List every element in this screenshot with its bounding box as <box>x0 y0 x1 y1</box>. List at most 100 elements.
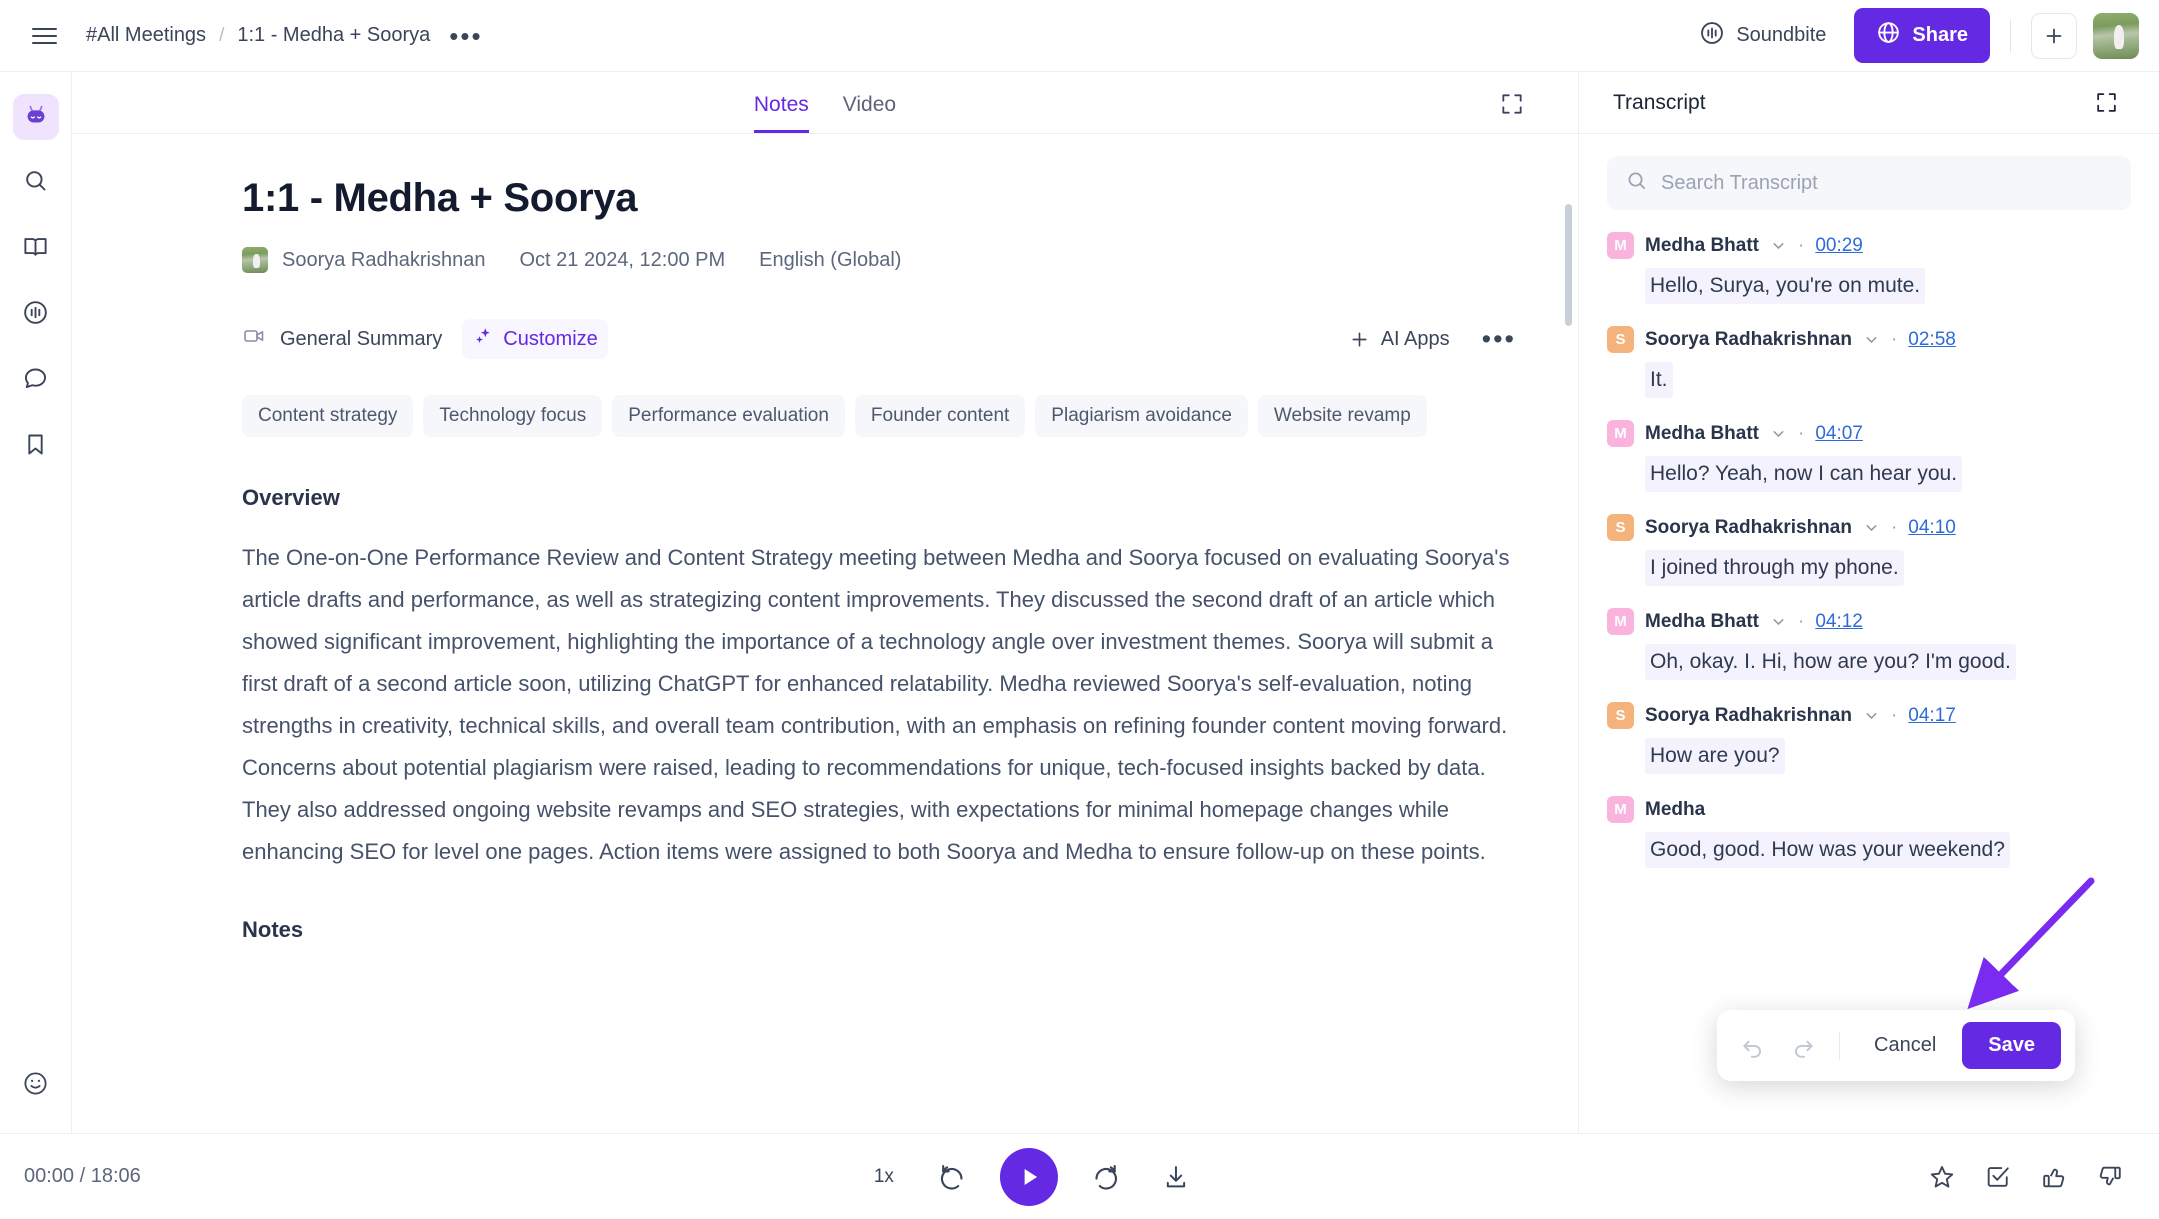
star-button[interactable] <box>1921 1156 1963 1198</box>
notes-scrollbar[interactable] <box>1565 204 1572 326</box>
transcript-timestamp[interactable]: 04:07 <box>1815 423 1863 445</box>
speaker-name: Soorya Radhakrishnan <box>1645 329 1852 351</box>
speaker-avatar: S <box>1607 326 1634 353</box>
book-icon <box>22 233 49 265</box>
save-button[interactable]: Save <box>1962 1022 2061 1069</box>
chevron-down-icon[interactable] <box>1863 519 1880 536</box>
transcript-search-box[interactable] <box>1607 156 2131 210</box>
ai-apps-button[interactable]: AI Apps <box>1348 328 1450 351</box>
undo-arrow-icon <box>1740 1033 1766 1059</box>
download-button[interactable] <box>1154 1155 1198 1199</box>
general-summary-button[interactable]: General Summary <box>242 324 442 354</box>
playback-speed-button[interactable]: 1x <box>864 1159 904 1195</box>
left-sidebar <box>0 72 72 1133</box>
transcript-text[interactable]: How are you? <box>1645 738 1785 774</box>
app-root: #All Meetings / 1:1 - Medha + Soorya •••… <box>0 0 2159 1219</box>
chevron-down-icon[interactable] <box>1863 707 1880 724</box>
sidebar-item-search[interactable] <box>13 160 59 206</box>
speaker-avatar: S <box>1607 702 1634 729</box>
breadcrumb-overflow-icon[interactable]: ••• <box>443 31 488 41</box>
breadcrumb-current-meeting[interactable]: 1:1 - Medha + Soorya <box>237 24 430 47</box>
expand-fullscreen-icon <box>1499 91 1525 117</box>
transcript-entry[interactable]: M Medha Good, good. How was your weekend… <box>1607 796 2131 868</box>
transcript-timestamp[interactable]: 04:12 <box>1815 611 1863 633</box>
smiley-icon <box>22 1070 49 1102</box>
meeting-datetime: Oct 21 2024, 12:00 PM <box>519 249 725 272</box>
transcript-entry[interactable]: M Medha Bhatt · 04:12 Oh, okay. I. Hi, h… <box>1607 608 2131 680</box>
transcript-timestamp[interactable]: 04:10 <box>1908 517 1956 539</box>
play-button[interactable] <box>1000 1148 1058 1206</box>
transcript-entry[interactable]: S Soorya Radhakrishnan · 04:10 I joined … <box>1607 514 2131 586</box>
plus-icon <box>1348 328 1371 351</box>
transcript-text[interactable]: Hello, Surya, you're on mute. <box>1645 268 1925 304</box>
topic-chip[interactable]: Plagiarism avoidance <box>1035 395 1248 437</box>
speaker-avatar: M <box>1607 796 1634 823</box>
transcript-title: Transcript <box>1613 91 1706 115</box>
task-button[interactable] <box>1977 1156 2019 1198</box>
customize-button[interactable]: Customize <box>462 319 607 359</box>
transcript-timestamp[interactable]: 00:29 <box>1815 235 1863 257</box>
transcript-text[interactable]: Oh, okay. I. Hi, how are you? I'm good. <box>1645 644 2016 680</box>
thumbs-down-icon <box>2096 1163 2124 1191</box>
speaker-avatar: M <box>1607 420 1634 447</box>
tab-video[interactable]: Video <box>843 93 896 133</box>
notes-more-options-icon[interactable]: ••• <box>1476 329 1522 349</box>
transcript-text[interactable]: I joined through my phone. <box>1645 550 1904 586</box>
share-button[interactable]: Share <box>1854 8 1990 63</box>
chevron-down-icon[interactable] <box>1770 425 1787 442</box>
tab-notes[interactable]: Notes <box>754 93 809 133</box>
transcript-timestamp[interactable]: 04:17 <box>1908 705 1956 727</box>
summary-controls-right: AI Apps ••• <box>1348 328 1522 351</box>
transcript-text[interactable]: Hello? Yeah, now I can hear you. <box>1645 456 1962 492</box>
transcript-timestamp[interactable]: 02:58 <box>1908 329 1956 351</box>
user-avatar[interactable] <box>2093 13 2139 59</box>
expand-fullscreen-icon <box>2094 90 2119 115</box>
undo-button[interactable] <box>1731 1026 1775 1066</box>
transcript-text[interactable]: It. <box>1645 362 1673 398</box>
player-controls-wrap: 1x <box>141 1134 1921 1219</box>
sidebar-item-bookmarks[interactable] <box>13 424 59 470</box>
redo-arrow-icon <box>1790 1033 1816 1059</box>
breadcrumb-all-meetings[interactable]: #All Meetings <box>86 24 206 47</box>
topic-chip[interactable]: Founder content <box>855 395 1025 437</box>
chevron-down-icon[interactable] <box>1770 613 1787 630</box>
owner-avatar <box>242 247 268 273</box>
topic-chip[interactable]: Content strategy <box>242 395 413 437</box>
add-button[interactable] <box>2031 13 2077 59</box>
search-icon <box>22 167 49 199</box>
transcript-expand-button[interactable] <box>2087 84 2125 122</box>
transcript-entry[interactable]: S Soorya Radhakrishnan · 02:58 It. <box>1607 326 2131 398</box>
topic-chip[interactable]: Website revamp <box>1258 395 1427 437</box>
rewind-button[interactable] <box>930 1155 974 1199</box>
redo-button[interactable] <box>1781 1026 1825 1066</box>
cancel-button[interactable]: Cancel <box>1854 1025 1956 1066</box>
soundbite-button[interactable]: Soundbite <box>1687 12 1838 60</box>
soundbite-icon <box>1699 20 1725 52</box>
thumbs-up-button[interactable] <box>2033 1156 2075 1198</box>
search-input[interactable] <box>1661 172 2113 195</box>
speaker-avatar: M <box>1607 608 1634 635</box>
sidebar-item-assistant[interactable] <box>13 94 59 140</box>
task-checkbox-icon <box>1984 1163 2012 1191</box>
notes-expand-button[interactable] <box>1492 84 1532 124</box>
transcript-text-wrap: Oh, okay. I. Hi, how are you? I'm good. <box>1607 635 2131 680</box>
thumbs-down-button[interactable] <box>2089 1156 2131 1198</box>
chevron-down-icon[interactable] <box>1863 331 1880 348</box>
topic-chip[interactable]: Technology focus <box>423 395 602 437</box>
sidebar-item-feedback[interactable] <box>13 1063 59 1109</box>
sidebar-item-library[interactable] <box>13 226 59 272</box>
ai-apps-label: AI Apps <box>1381 328 1450 351</box>
sidebar-item-soundbites[interactable] <box>13 292 59 338</box>
popup-divider <box>1839 1032 1840 1060</box>
search-icon <box>1625 169 1648 197</box>
transcript-entry[interactable]: S Soorya Radhakrishnan · 04:17 How are y… <box>1607 702 2131 774</box>
chevron-down-icon[interactable] <box>1770 237 1787 254</box>
assistant-bot-icon <box>21 100 51 135</box>
transcript-entry[interactable]: M Medha Bhatt · 04:07 Hello? Yeah, now I… <box>1607 420 2131 492</box>
transcript-entry[interactable]: M Medha Bhatt · 00:29 Hello, Surya, you'… <box>1607 232 2131 304</box>
topic-chip[interactable]: Performance evaluation <box>612 395 845 437</box>
forward-button[interactable] <box>1084 1155 1128 1199</box>
sidebar-item-chat[interactable] <box>13 358 59 404</box>
hamburger-menu-icon[interactable] <box>24 16 64 56</box>
transcript-text[interactable]: Good, good. How was your weekend? <box>1645 832 2010 868</box>
